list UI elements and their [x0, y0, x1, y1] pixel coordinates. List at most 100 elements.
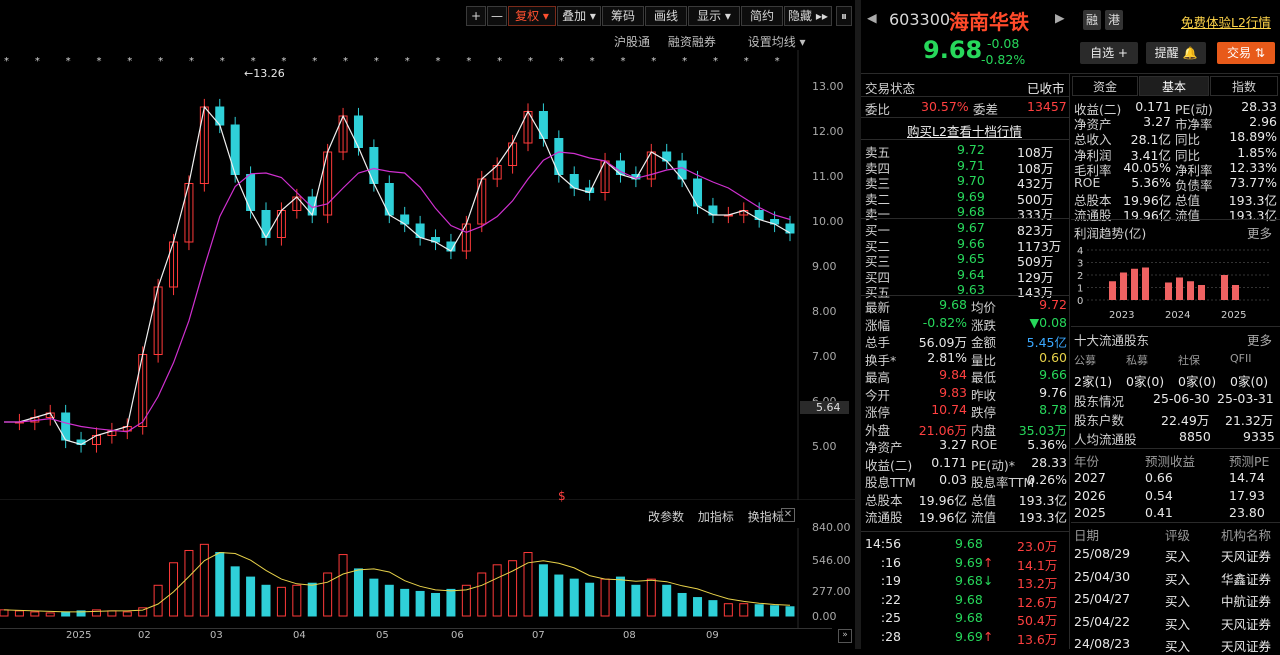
fuquan-button[interactable]: 复权 ▾: [508, 6, 556, 26]
profit-bar: [1187, 281, 1194, 300]
chart-panel[interactable]: + — 复权 ▾ 叠加 ▾ 筹码 画线 显示 ▾ 简约 隐藏 ▸▸ ⏸ 沪股通 …: [0, 0, 857, 649]
alert-button[interactable]: 提醒 🔔: [1146, 42, 1206, 64]
profit-ytick: 3: [1077, 259, 1083, 270]
holder-type-value: 0家(0): [1178, 374, 1217, 389]
volume-bar: [708, 600, 718, 617]
volume-bar: [384, 584, 394, 617]
forecast-cell: 23.80: [1229, 505, 1265, 520]
event-marker: *: [35, 56, 40, 67]
prev-stock-icon[interactable]: ◀: [867, 10, 877, 25]
zoom-out-button[interactable]: —: [487, 6, 507, 26]
volume-bar: [323, 572, 333, 617]
buy-l2-link[interactable]: 购买L2查看十档行情: [907, 121, 1022, 140]
forecast-cell: 2027: [1074, 470, 1106, 485]
tab-index[interactable]: 指数: [1210, 76, 1278, 96]
trade-button[interactable]: 交易 ⇅: [1217, 42, 1275, 64]
tick-volume: 13.6万: [1017, 631, 1058, 647]
display-button[interactable]: 显示 ▾: [688, 6, 740, 26]
volume-bar: [446, 588, 456, 617]
fund-value: 40.05%: [1123, 159, 1171, 175]
event-marker: *: [189, 56, 194, 67]
tab-basic[interactable]: 基本: [1139, 76, 1209, 96]
tick-arrow-icon: ↑: [983, 554, 994, 570]
fund-value: 193.3亿: [1228, 208, 1277, 224]
holders-more-link[interactable]: 更多: [1247, 330, 1272, 349]
quote-value: 9.76: [1039, 384, 1067, 400]
quote-value: 8.78: [1039, 402, 1067, 417]
volume-chart[interactable]: [0, 528, 857, 628]
price-tick: 11.00: [812, 170, 844, 183]
forecast-cell: 0.54: [1145, 487, 1173, 503]
l2-trial-link[interactable]: 免费体验L2行情: [1181, 12, 1271, 31]
fund-value: 12.33%: [1229, 159, 1277, 175]
quote-label: 总股本: [865, 492, 903, 508]
time-axis: 2025 02 03 04 05 06 07 08 09 »: [0, 628, 852, 644]
weibi-label: 委比: [865, 102, 891, 117]
volume-tick: 840.00: [812, 521, 851, 534]
bid-price: 9.64: [957, 266, 985, 282]
volume-bar: [400, 588, 410, 617]
change-params-link[interactable]: 改参数: [648, 510, 684, 524]
next-stock-icon[interactable]: ▶: [1055, 10, 1065, 25]
price-tick: 5.00: [812, 440, 837, 453]
quote-label: 流值: [971, 510, 997, 525]
stock-code: 603300: [889, 10, 951, 29]
simple-mode-button[interactable]: 简约: [741, 6, 783, 26]
event-marker: *: [66, 56, 71, 67]
quote-value: 0.171: [931, 454, 967, 470]
close-icon[interactable]: ✕: [781, 508, 795, 522]
chips-button[interactable]: 筹码: [602, 6, 644, 26]
kline-chart[interactable]: * * * * * * * * * * * * * * * * * * * * * * * * * *: [0, 50, 857, 500]
event-marker: *: [436, 56, 441, 67]
tab-fund-flow[interactable]: 资金: [1072, 76, 1138, 96]
hide-button[interactable]: 隐藏 ▸▸: [784, 6, 832, 26]
event-marker: *: [281, 56, 286, 67]
price-tick: 10.00: [812, 215, 844, 228]
profit-year-label: 2025: [1221, 310, 1246, 321]
margin-link[interactable]: 融资融券: [668, 35, 716, 49]
event-marker: *: [405, 56, 410, 67]
month-label: 07: [532, 630, 545, 641]
collapse-icon[interactable]: ⏸: [836, 6, 852, 26]
volume-bar: [723, 603, 733, 617]
month-label: 02: [138, 630, 151, 641]
event-marker: *: [713, 56, 718, 67]
add-watchlist-button[interactable]: 自选 +: [1080, 42, 1138, 64]
overlay-button[interactable]: 叠加 ▾: [557, 6, 601, 26]
zoom-in-button[interactable]: +: [466, 6, 486, 26]
tick-time: :28: [880, 628, 901, 644]
quote-value: 9.83: [939, 384, 967, 400]
add-indicator-link[interactable]: 加指标: [698, 510, 734, 524]
ma-settings-link[interactable]: 设置均线 ▾: [734, 35, 806, 49]
fund-value: 73.77%: [1229, 175, 1277, 190]
status-label: 交易状态: [865, 81, 916, 96]
holder-type-head: QFII: [1230, 352, 1252, 365]
last-price: 9.68: [923, 36, 983, 64]
hgt-link[interactable]: 沪股通: [614, 35, 650, 49]
rating-head: 机构名称: [1221, 528, 1272, 543]
switch-indicator-link[interactable]: 换指标: [748, 510, 784, 524]
draw-line-button[interactable]: 画线: [645, 6, 687, 26]
fund-value: 1.85%: [1237, 144, 1277, 160]
weicha-label: 委差: [973, 102, 999, 117]
tick-time: 14:56: [865, 536, 902, 551]
event-marker: *: [343, 56, 348, 67]
price-tick: 12.00: [812, 125, 844, 138]
volume-bar: [276, 586, 286, 617]
rating-cell: 25/04/30: [1074, 568, 1131, 584]
profit-bar: [1120, 272, 1127, 300]
volume-bar: [353, 568, 363, 617]
ma20-line: [4, 151, 791, 433]
month-label: 05: [376, 630, 389, 641]
volume-bar: [477, 572, 487, 617]
fund-value: 2.96: [1249, 114, 1277, 130]
event-marker: *: [682, 56, 687, 67]
volume-bar: [754, 604, 764, 617]
quote-value: 21.06万: [918, 422, 967, 438]
current-price-label: 5.64: [800, 401, 849, 414]
quote-label: 外盘: [865, 422, 891, 438]
holder-count-2: 21.32万: [1225, 413, 1274, 428]
quote-value: 2.81%: [927, 349, 967, 365]
scroll-right-icon[interactable]: »: [838, 629, 852, 643]
profit-ytick: 2: [1077, 271, 1083, 282]
